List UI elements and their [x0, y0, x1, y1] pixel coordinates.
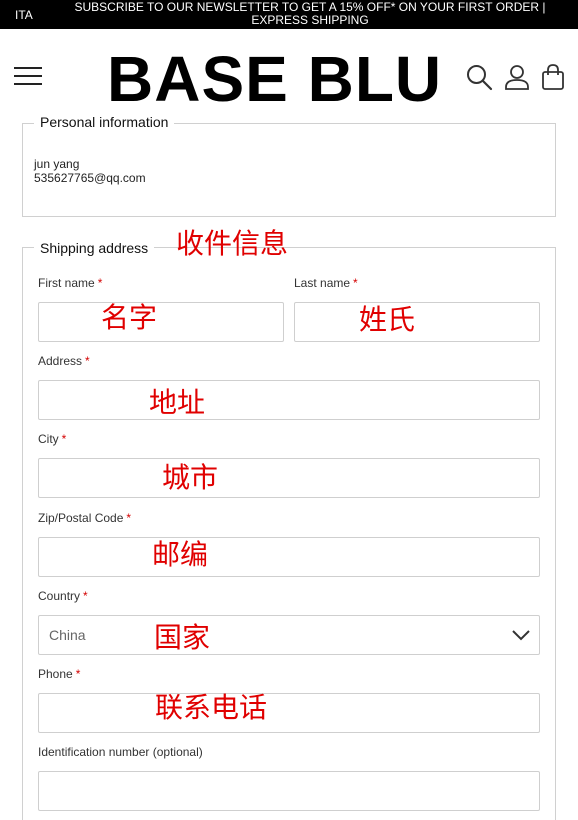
account-icon[interactable] — [503, 63, 531, 91]
last-name-label: Last name * — [294, 276, 358, 290]
annotation-zip: 邮编 — [152, 538, 209, 571]
required-mark: * — [353, 276, 358, 290]
promo-line-2: EXPRESS SHIPPING — [251, 13, 369, 27]
phone-label: Phone * — [38, 667, 81, 681]
customer-name: jun yang — [34, 157, 80, 171]
required-mark: * — [83, 589, 88, 603]
announcement-bar: ITA SUBSCRIBE TO OUR NEWSLETTER TO GET A… — [0, 0, 578, 29]
country-label: Country * — [38, 589, 88, 603]
required-mark: * — [85, 354, 90, 368]
first-name-label: First name * — [38, 276, 103, 290]
address-label: Address * — [38, 354, 90, 368]
identification-label: Identification number (optional) — [38, 745, 203, 759]
zip-label: Zip/Postal Code * — [38, 511, 132, 525]
annotation-last-name: 姓氏 — [359, 303, 416, 336]
site-header: BASE BLU — [0, 29, 578, 119]
zip-input[interactable] — [38, 537, 540, 577]
first-name-input[interactable] — [38, 302, 284, 342]
search-icon[interactable] — [465, 63, 493, 91]
bag-icon[interactable] — [539, 63, 567, 91]
annotation-city: 城市 — [162, 461, 219, 494]
country-select[interactable]: China — [38, 615, 540, 655]
annotation-address: 地址 — [149, 386, 206, 419]
personal-info-legend: Personal information — [34, 114, 175, 130]
required-mark: * — [97, 276, 103, 290]
country-selected-value: China — [49, 627, 86, 643]
annotation-shipping-info: 收件信息 — [176, 227, 289, 260]
required-mark: * — [61, 432, 67, 446]
language-switcher[interactable]: ITA — [15, 8, 33, 22]
personal-info-section: jun yang 535627765@qq.com — [22, 123, 556, 217]
site-logo[interactable]: BASE BLU — [107, 44, 442, 114]
annotation-country: 国家 — [154, 621, 211, 654]
required-mark: * — [75, 667, 81, 681]
required-mark: * — [126, 511, 132, 525]
chevron-down-icon — [512, 630, 530, 641]
annotation-first-name: 名字 — [101, 301, 158, 334]
city-input[interactable] — [38, 458, 540, 498]
city-label: City * — [38, 432, 67, 446]
promo-text[interactable]: SUBSCRIBE TO OUR NEWSLETTER TO GET A 15%… — [60, 1, 560, 27]
address-input[interactable] — [38, 380, 540, 420]
shipping-address-legend: Shipping address — [34, 240, 155, 256]
identification-input[interactable] — [38, 771, 540, 811]
annotation-phone: 联系电话 — [155, 691, 268, 724]
phone-input[interactable] — [38, 693, 540, 733]
last-name-input[interactable] — [294, 302, 540, 342]
menu-icon[interactable] — [14, 65, 42, 87]
customer-email: 535627765@qq.com — [34, 171, 146, 185]
